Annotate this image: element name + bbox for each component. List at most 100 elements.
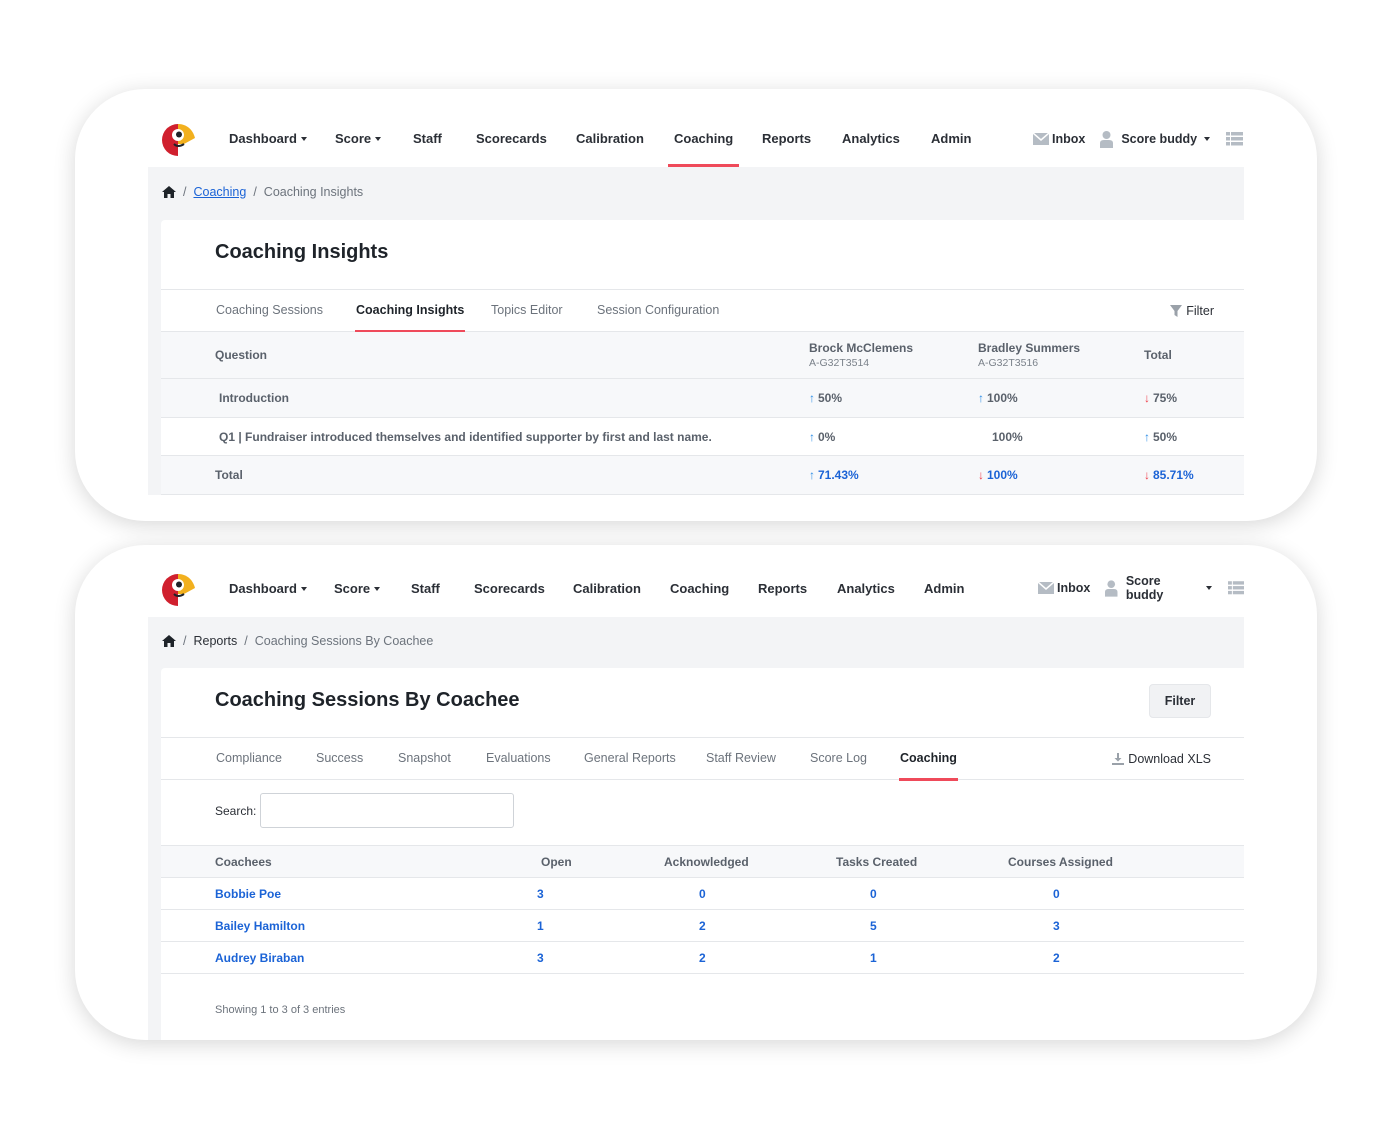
table-header-row: Question Brock McClemens A-G32T3514 Brad…	[161, 332, 1244, 379]
column-header-tasks-created: Tasks Created	[836, 855, 918, 869]
column-header-brock: Brock McClemens A-G32T3514	[809, 341, 914, 369]
table-total-row: Total ↑ 71.43% ↓ 100% ↓ 85.71%	[161, 456, 1244, 495]
total-label: Total	[215, 468, 243, 482]
count-acknowledged[interactable]: 2	[699, 919, 706, 933]
nav-item-coaching[interactable]: Coaching	[667, 89, 740, 167]
count-tasks[interactable]: 1	[870, 951, 877, 965]
count-courses[interactable]: 2	[1053, 951, 1060, 965]
insights-panel: Coaching Insights Filter Coaching Sessio…	[161, 220, 1244, 495]
breadcrumb: / Reports / Coaching Sessions By Coachee	[162, 634, 433, 648]
score-cell-c1: ↑ 0%	[809, 429, 836, 444]
filter-button[interactable]: Filter	[1170, 290, 1214, 332]
entries-info: Showing 1 to 3 of 3 entries	[215, 1004, 346, 1016]
score-cell-total: ↑ 50%	[1144, 429, 1178, 444]
search-input[interactable]	[260, 793, 514, 828]
arrow-up-icon: ↑	[978, 391, 984, 405]
score-cell-c1: ↑ 71.43%	[809, 468, 859, 482]
score-cell-c2: ↓ 100%	[978, 468, 1018, 482]
nav-item-analytics[interactable]: Analytics	[842, 89, 900, 167]
nav-right: Inbox Score buddy	[1033, 89, 1244, 167]
nav-item-analytics[interactable]: Analytics	[837, 545, 895, 617]
inbox-link[interactable]: Inbox	[1038, 581, 1090, 595]
breadcrumb-current: Coaching Insights	[263, 185, 364, 199]
filter-icon	[1170, 305, 1183, 317]
count-tasks[interactable]: 5	[870, 919, 877, 933]
user-icon	[1100, 130, 1114, 148]
app-window: Dashboard Score Staff Scorecards Calibration…	[148, 89, 1244, 521]
breadcrumb-reports-link[interactable]: Reports	[193, 634, 237, 648]
screenshot-card-coaching-insights: Dashboard Score Staff Scorecards Calibration…	[75, 89, 1317, 521]
count-tasks[interactable]: 0	[870, 887, 877, 901]
count-acknowledged[interactable]: 0	[699, 887, 706, 901]
nav-item-dashboard[interactable]: Dashboard	[229, 545, 307, 617]
download-xls-button[interactable]: Download XLS	[1112, 738, 1211, 780]
table-row: Bobbie Poe 3 0 0 0	[161, 878, 1244, 910]
arrow-down-icon: ↓	[1144, 391, 1150, 405]
nav-item-staff[interactable]: Staff	[411, 545, 440, 617]
count-acknowledged[interactable]: 2	[699, 951, 706, 965]
tab-general-reports[interactable]: General Reports	[584, 738, 676, 780]
nav-item-calibration[interactable]: Calibration	[576, 89, 644, 167]
tab-session-configuration[interactable]: Session Configuration	[597, 290, 719, 332]
content-area: / Coaching / Coaching Insights Coaching …	[148, 167, 1244, 495]
arrow-up-icon: ↑	[809, 391, 815, 405]
arrow-up-icon: ↑	[1144, 429, 1150, 444]
nav-item-staff[interactable]: Staff	[413, 89, 442, 167]
home-icon[interactable]	[162, 635, 176, 647]
nav-item-scorecards[interactable]: Scorecards	[476, 89, 547, 167]
breadcrumb-current: Coaching Sessions By Coachee	[254, 634, 434, 648]
question-text: Q1 | Fundraiser introduced themselves an…	[219, 429, 712, 444]
coachee-name-link[interactable]: Audrey Biraban	[215, 951, 304, 965]
count-open[interactable]: 3	[537, 887, 544, 901]
nav-item-score[interactable]: Score	[334, 545, 381, 617]
caret-down-icon	[375, 137, 382, 141]
nav-item-reports[interactable]: Reports	[762, 89, 811, 167]
nav-item-scorecards[interactable]: Scorecards	[474, 545, 545, 617]
nav-item-admin[interactable]: Admin	[924, 545, 964, 617]
count-open[interactable]: 1	[537, 919, 544, 933]
nav-item-reports[interactable]: Reports	[758, 545, 807, 617]
filter-button[interactable]: Filter	[1149, 684, 1211, 718]
caret-down-icon	[300, 137, 307, 141]
user-menu[interactable]: Score buddy	[1105, 574, 1212, 602]
score-cell-total: ↓ 75%	[1144, 391, 1178, 405]
envelope-icon	[1033, 133, 1049, 145]
list-menu-icon[interactable]	[1227, 581, 1244, 595]
tab-coaching[interactable]: Coaching	[899, 738, 958, 781]
tab-topics-editor[interactable]: Topics Editor	[491, 290, 563, 332]
question-text: Introduction	[219, 391, 289, 405]
page-title: Coaching Sessions By Coachee	[215, 689, 520, 711]
nav-item-score[interactable]: Score	[335, 89, 382, 167]
caret-down-icon	[1204, 137, 1211, 141]
tab-staff-review[interactable]: Staff Review	[706, 738, 776, 780]
nav-item-coaching[interactable]: Coaching	[670, 545, 729, 617]
tab-success[interactable]: Success	[316, 738, 363, 780]
tab-evaluations[interactable]: Evaluations	[486, 738, 551, 780]
column-header-courses-assigned: Courses Assigned	[1008, 855, 1113, 869]
tab-coaching-sessions[interactable]: Coaching Sessions	[216, 290, 323, 332]
breadcrumb-coaching-link[interactable]: Coaching	[193, 185, 246, 199]
score-cell-c1: ↑ 50%	[809, 391, 843, 405]
nav-item-calibration[interactable]: Calibration	[573, 545, 641, 617]
score-cell-c2: 100%	[992, 429, 1023, 444]
count-courses[interactable]: 0	[1053, 887, 1060, 901]
app-window: Dashboard Score Staff Scorecards Calibration…	[148, 545, 1244, 1040]
arrow-down-icon: ↓	[978, 468, 984, 482]
arrow-up-icon: ↑	[809, 429, 815, 444]
nav-item-dashboard[interactable]: Dashboard	[229, 89, 307, 167]
tab-snapshot[interactable]: Snapshot	[398, 738, 451, 780]
tab-score-log[interactable]: Score Log	[810, 738, 867, 780]
count-courses[interactable]: 3	[1053, 919, 1060, 933]
home-icon[interactable]	[162, 186, 176, 198]
envelope-icon	[1038, 582, 1054, 594]
count-open[interactable]: 3	[537, 951, 544, 965]
table-row: Introduction ↑ 50% ↑ 100% ↓ 75%	[161, 379, 1244, 418]
tab-coaching-insights[interactable]: Coaching Insights	[354, 290, 466, 333]
coachee-name-link[interactable]: Bailey Hamilton	[215, 919, 305, 933]
list-menu-icon[interactable]	[1226, 132, 1244, 146]
user-menu[interactable]: Score buddy	[1100, 130, 1211, 148]
coachee-name-link[interactable]: Bobbie Poe	[215, 887, 281, 901]
tab-compliance[interactable]: Compliance	[216, 738, 282, 780]
inbox-link[interactable]: Inbox	[1033, 132, 1085, 146]
nav-item-admin[interactable]: Admin	[931, 89, 971, 167]
